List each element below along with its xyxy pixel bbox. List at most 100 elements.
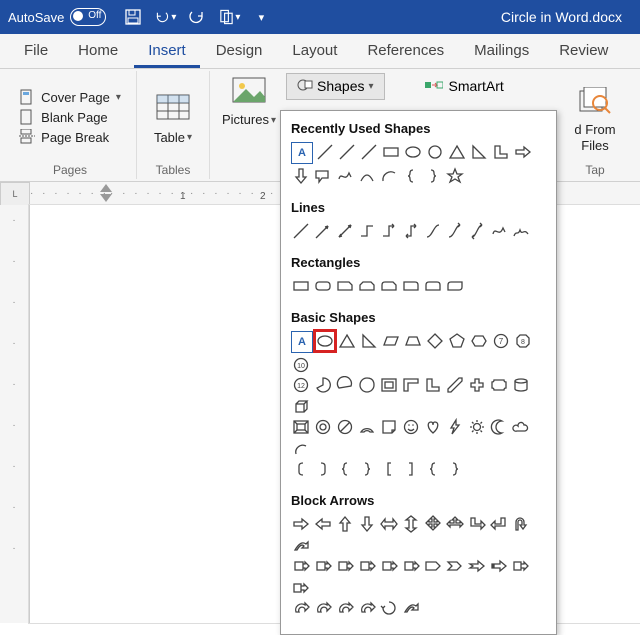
shape-sun[interactable] [467,417,487,437]
shape-line[interactable] [359,142,379,162]
shape-arrow-lr[interactable] [379,514,399,534]
shape-lshape[interactable] [491,142,511,162]
shape-frame[interactable] [379,375,399,395]
shape-snipround[interactable] [379,276,399,296]
shape-octagon[interactable]: 8 [513,331,533,351]
shape-triangle[interactable] [447,142,467,162]
shape-halfframe[interactable] [401,375,421,395]
shape-cube[interactable] [291,397,311,417]
shape-chevron[interactable] [445,556,465,576]
shape-trapezoid[interactable] [403,331,423,351]
shape-arrow-ud[interactable] [401,514,421,534]
shape-curve[interactable] [357,166,377,186]
shape-curve-arrow[interactable] [445,221,465,241]
shape-heptagon[interactable]: 7 [491,331,511,351]
shape-arrow-lr-box[interactable] [379,556,399,576]
shapes-button[interactable]: Shapes ▾ [286,73,385,100]
shape-snip2[interactable] [357,276,377,296]
shape-circle[interactable] [425,142,445,162]
ruler-vertical[interactable]: ········· [0,205,29,623]
shape-arrow-r[interactable] [513,142,533,162]
undo-icon[interactable]: ▾ [154,6,176,28]
tab-layout[interactable]: Layout [278,36,351,68]
shape-bevel[interactable] [291,417,311,437]
add-from-files-button[interactable]: d From Files [568,77,621,158]
shape-curve-double[interactable] [467,221,487,241]
shape-chord[interactable] [335,375,355,395]
shape-rtriangle[interactable] [359,331,379,351]
shape-bent-l[interactable] [467,514,487,534]
shape-round2[interactable] [423,276,443,296]
shape-elbow-arrow[interactable] [379,221,399,241]
shape-arrow-r[interactable] [291,514,311,534]
shape-brace-l[interactable] [401,166,421,186]
shape-oval[interactable] [315,331,335,351]
shape-elbow[interactable] [357,221,377,241]
shape-can[interactable] [511,375,531,395]
shape-pentagon[interactable] [423,556,443,576]
tab-selector[interactable]: L [0,182,30,206]
page-break-button[interactable]: Page Break [19,129,121,145]
shape-quad[interactable] [423,514,443,534]
shape-star[interactable] [445,166,465,186]
shape-line-arrow[interactable] [313,221,333,241]
table-button[interactable]: Table ▾ [147,85,199,149]
shape-snip1[interactable] [335,276,355,296]
shape-arrow-d[interactable] [357,514,377,534]
shape-teardrop[interactable] [357,375,377,395]
shape-blockarc[interactable] [357,417,377,437]
shape-rounddiag[interactable] [445,276,465,296]
shape-line[interactable] [315,142,335,162]
smartart-button[interactable]: SmartArt [415,75,514,98]
shape-arrow-curve-u[interactable] [335,598,355,618]
shape-circular[interactable] [379,598,399,618]
shape-callout[interactable] [313,166,333,186]
shape-bracket-single-r[interactable] [401,459,421,479]
redo-icon[interactable] [186,6,208,28]
shape-arrow-curve-d[interactable] [357,598,377,618]
tab-references[interactable]: References [353,36,458,68]
shape-arrow-l[interactable] [313,514,333,534]
shape-hexagon[interactable] [469,331,489,351]
tab-home[interactable]: Home [64,36,132,68]
shape-arrow-callout-l[interactable] [291,578,311,598]
shape-rtriangle[interactable] [469,142,489,162]
shape-textbox[interactable]: A [291,142,313,164]
shape-brace-single-r[interactable] [445,459,465,479]
shape-smiley[interactable] [401,417,421,437]
shape-plus[interactable] [467,375,487,395]
shape-textbox[interactable]: A [291,331,313,353]
pictures-button[interactable]: Pictures ▾ [216,41,282,131]
customize-qat-icon[interactable]: ▾ [250,6,272,28]
shape-brace-r[interactable] [423,166,443,186]
shape-arrow-curve-r[interactable] [291,598,311,618]
shape-swoosh2[interactable] [401,598,421,618]
shape-brace-r[interactable] [357,459,377,479]
shape-plaque[interactable] [489,375,509,395]
shape-elbow-double[interactable] [401,221,421,241]
shape-donut[interactable] [313,417,333,437]
shape-rect[interactable] [291,276,311,296]
shape-bracket-l[interactable] [291,459,311,479]
shape-freeform[interactable] [335,166,355,186]
shape-arc[interactable] [379,166,399,186]
shape-triangle[interactable] [337,331,357,351]
shape-arrow-quad-box[interactable] [401,556,421,576]
shape-rect[interactable] [381,142,401,162]
shape-pie[interactable] [313,375,333,395]
tab-review[interactable]: Review [545,36,622,68]
shape-line[interactable] [291,221,311,241]
touch-mode-icon[interactable]: ▾ [218,6,240,28]
shape-arrow-curve-l[interactable] [313,598,333,618]
shape-diamond[interactable] [425,331,445,351]
shape-lightning[interactable] [445,417,465,437]
shape-cloud[interactable] [511,417,531,437]
shape-bracket-r[interactable] [313,459,333,479]
shape-round-rect[interactable] [313,276,333,296]
shape-diag-stripe[interactable] [445,375,465,395]
shape-noentry[interactable] [335,417,355,437]
shape-arrow-callout-r[interactable] [511,556,531,576]
shape-scribble[interactable] [511,221,531,241]
tab-mailings[interactable]: Mailings [460,36,543,68]
shape-foldcorner[interactable] [379,417,399,437]
